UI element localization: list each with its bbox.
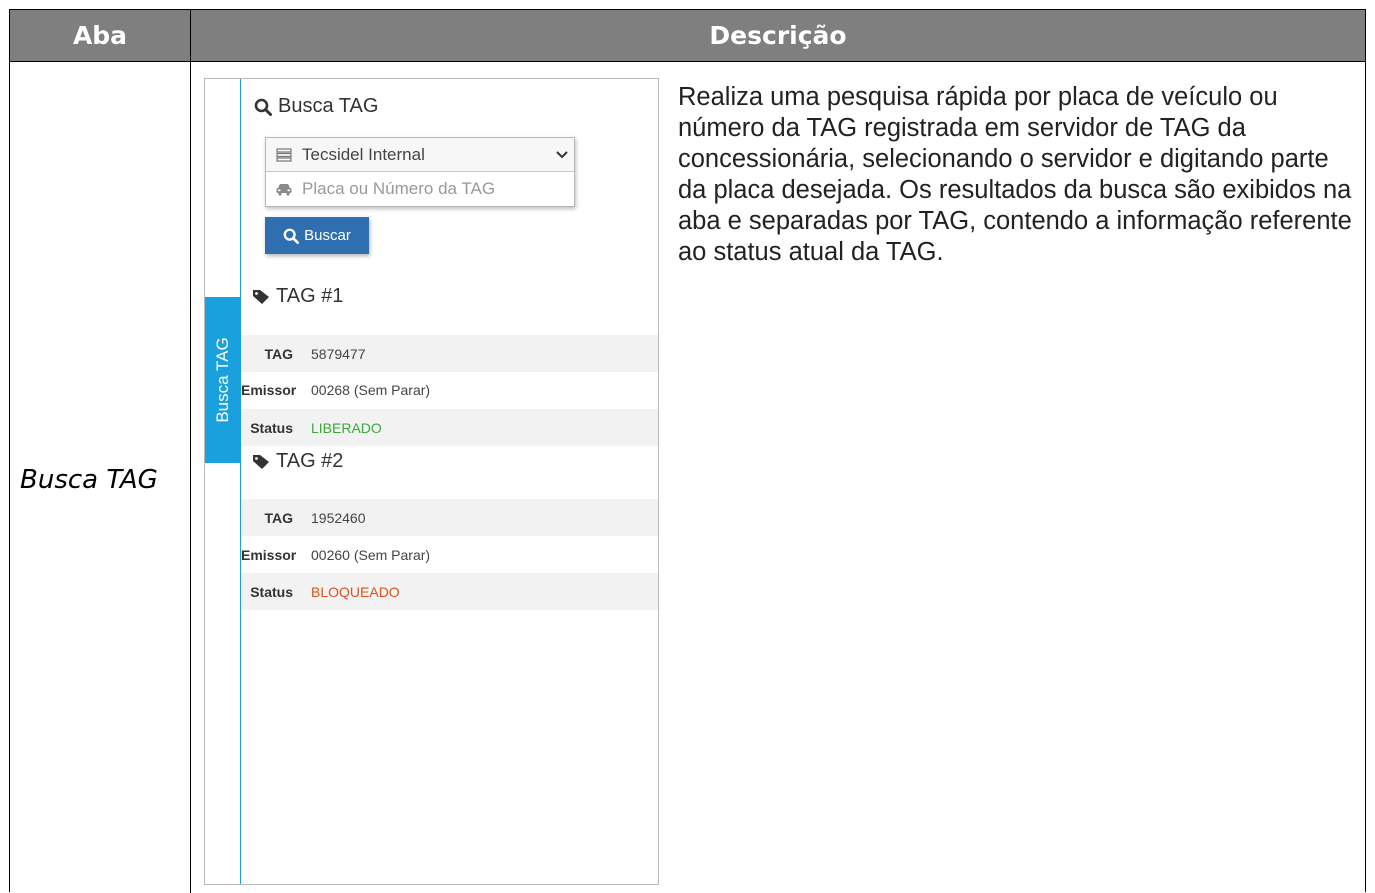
row-value: 5879477 [311, 345, 366, 362]
result-heading-text: TAG #1 [276, 285, 344, 307]
server-select[interactable]: Tecsidel Internal [266, 138, 574, 172]
row-value: 00260 (Sem Parar) [311, 546, 431, 563]
result-row-status: Status BLOQUEADO [241, 573, 658, 610]
row-value: 1952460 [311, 509, 366, 526]
status-value: LIBERADO [311, 419, 382, 436]
row-key: Status [250, 583, 293, 600]
result-row-emissor: Emissor 00260 (Sem Parar) [241, 536, 658, 573]
car-icon [266, 182, 302, 196]
panel-title: Busca TAG [254, 95, 378, 118]
server-icon [266, 147, 302, 162]
result-row-tag: TAG 1952460 [241, 499, 658, 536]
search-icon [254, 98, 272, 116]
tag-icon [252, 289, 270, 305]
result-row-tag: TAG 5879477 [241, 335, 658, 372]
tag-icon [252, 454, 270, 470]
result-heading-text: TAG #2 [276, 450, 344, 472]
result-row-emissor: Emissor 00268 (Sem Parar) [241, 371, 658, 408]
row-key: TAG [264, 509, 293, 526]
search-form: Tecsidel Internal Placa ou Número da TAG [265, 137, 575, 207]
side-tab-busca-tag[interactable]: Busca TAG [205, 297, 240, 463]
description-table: Aba Descrição Busca TAG Realiza uma pesq… [9, 9, 1366, 893]
side-accent-line [240, 79, 241, 884]
search-button[interactable]: Buscar [265, 217, 369, 254]
result-row-status: Status LIBERADO [241, 409, 658, 446]
table-header: Aba Descrição [10, 10, 1365, 62]
row-key: Emissor [241, 381, 297, 398]
result-heading: TAG #2 [252, 450, 343, 473]
result-heading: TAG #1 [252, 285, 343, 308]
panel-title-text: Busca TAG [278, 95, 379, 117]
row-key: Emissor [241, 546, 297, 563]
row-key: Status [250, 419, 293, 436]
status-value: BLOQUEADO [311, 583, 400, 600]
header-descricao: Descrição [709, 21, 847, 50]
busca-tag-screenshot: Busca TAG Busca TAG Tecsidel Internal Pl… [204, 78, 659, 885]
column-divider [190, 62, 191, 893]
aba-name: Busca TAG [20, 465, 158, 495]
tag-search-input[interactable]: Placa ou Número da TAG [266, 172, 574, 205]
row-value: 00268 (Sem Parar) [311, 381, 431, 398]
tag-search-placeholder: Placa ou Número da TAG [302, 178, 496, 198]
search-icon [283, 228, 300, 244]
chevron-down-icon [550, 150, 574, 159]
side-tab-label: Busca TAG [212, 337, 232, 423]
description-text: Realiza uma pesquisa rápida por placa de… [678, 83, 1352, 266]
search-button-label: Buscar [304, 227, 351, 244]
header-aba: Aba [10, 10, 191, 61]
server-select-value: Tecsidel Internal [302, 144, 425, 164]
row-key: TAG [264, 345, 293, 362]
